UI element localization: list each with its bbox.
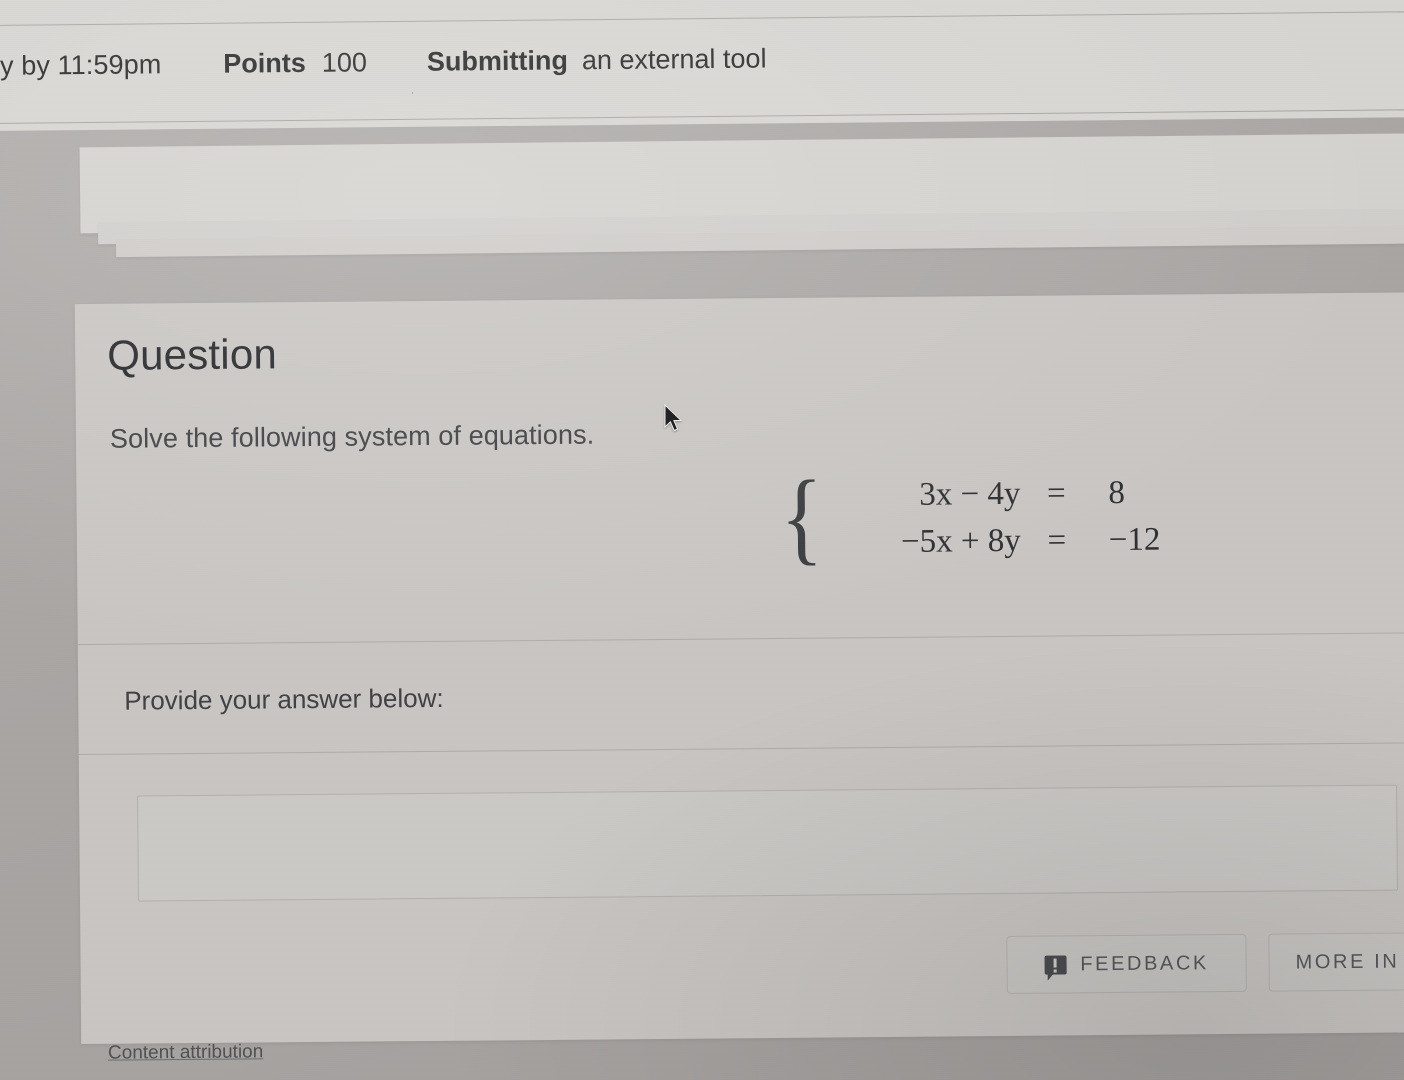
question-card: Question Solve the following system of e… bbox=[74, 291, 1404, 1045]
equation-lhs: −5x + 8y bbox=[900, 522, 1021, 560]
points-label: Points bbox=[223, 47, 306, 79]
equation-row: 3x − 4y = 8 bbox=[836, 475, 1160, 515]
equation-system: { 3x − 4y = 8 −5x + 8y = −12 bbox=[776, 459, 1161, 576]
equation-rhs: −12 bbox=[1108, 521, 1161, 559]
answer-input[interactable] bbox=[137, 784, 1398, 902]
more-information-button[interactable]: MORE IN bbox=[1268, 931, 1404, 992]
equation-rows: 3x − 4y = 8 −5x + 8y = −12 bbox=[836, 475, 1161, 562]
equation-row: −5x + 8y = −12 bbox=[837, 522, 1161, 562]
assignment-header-bar: y by 11:59pm Points 100 Submitting an ex… bbox=[0, 0, 1404, 132]
card-divider-below-answer-label bbox=[78, 741, 1404, 756]
question-card-inner: Question Solve the following system of e… bbox=[75, 292, 1404, 1044]
submitting-label: Submitting bbox=[426, 45, 569, 77]
due-date-text: y by 11:59pm bbox=[0, 49, 162, 81]
equation-lhs: 3x − 4y bbox=[919, 475, 1021, 513]
equation-equals: = bbox=[1047, 522, 1067, 559]
screen-photo: y by 11:59pm Points 100 Submitting an ex… bbox=[0, 0, 1404, 1080]
question-prompt: Solve the following system of equations. bbox=[109, 419, 595, 454]
comment-alert-icon bbox=[1044, 954, 1067, 975]
left-brace-glyph: { bbox=[779, 459, 824, 576]
header-rule-top bbox=[0, 10, 1404, 27]
mouse-pointer-icon bbox=[664, 404, 683, 432]
points-value: 100 bbox=[321, 47, 368, 78]
more-information-button-label: MORE IN bbox=[1295, 950, 1400, 973]
page-title: Question bbox=[107, 330, 278, 379]
equation-rhs: 8 bbox=[1108, 474, 1126, 512]
card-divider-above-answer bbox=[77, 631, 1404, 646]
feedback-button[interactable]: FEEDBACK bbox=[1006, 933, 1247, 994]
feedback-button-label: FEEDBACK bbox=[1080, 951, 1209, 975]
submitting-value: an external tool bbox=[581, 43, 767, 76]
screen-smudge-artifact: · bbox=[409, 83, 416, 102]
content-attribution-link[interactable]: Content attribution bbox=[108, 1041, 263, 1064]
answer-section-label: Provide your answer below: bbox=[124, 682, 444, 716]
assignment-meta-row: y by 11:59pm Points 100 Submitting an ex… bbox=[0, 43, 767, 81]
equation-equals: = bbox=[1046, 475, 1066, 512]
header-rule-bottom bbox=[0, 108, 1404, 125]
